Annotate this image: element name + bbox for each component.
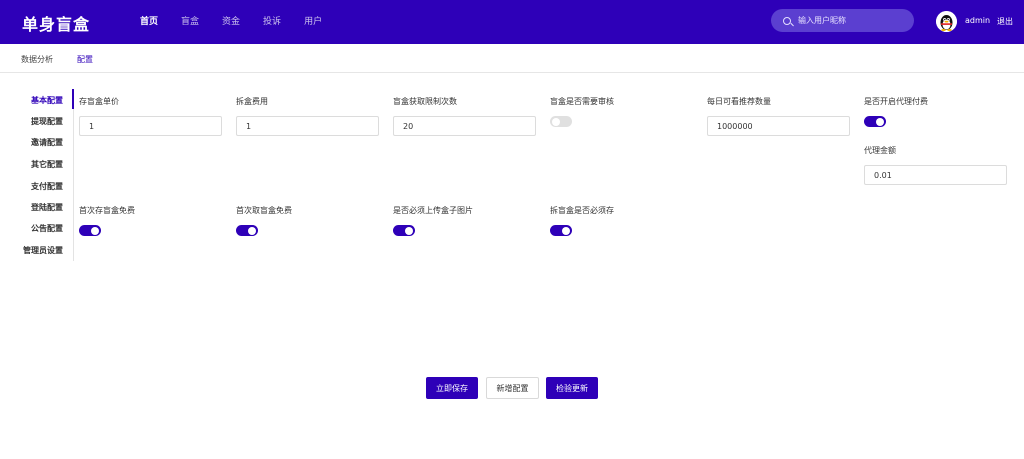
daily-recommend-input[interactable] xyxy=(707,116,850,136)
username: admin xyxy=(965,16,991,25)
avatar[interactable] xyxy=(936,11,957,32)
top-navbar: 单身盲盒 首页 盲盒 资金 投诉 用户 admin 退出 xyxy=(0,0,1024,44)
must-store-to-open-label: 拆盲盒是否必须存 xyxy=(550,206,614,215)
nav-item-complaints[interactable]: 投诉 xyxy=(263,0,281,44)
side-item-notice[interactable]: 公告配置 xyxy=(31,223,63,234)
open-fee-input[interactable] xyxy=(236,116,379,136)
tab-data-analysis[interactable]: 数据分析 xyxy=(21,54,53,65)
toggle-knob xyxy=(876,117,884,126)
search-icon xyxy=(783,16,791,25)
logout-link[interactable]: 退出 xyxy=(997,16,1013,27)
open-fee-label: 拆盒费用 xyxy=(236,97,268,106)
side-item-invite[interactable]: 邀请配置 xyxy=(31,137,63,148)
must-upload-photo-toggle[interactable] xyxy=(393,225,415,236)
first-take-free-label: 首次取盲盒免费 xyxy=(236,206,292,215)
sub-tabs: 数据分析 配置 xyxy=(0,44,1024,73)
need-review-toggle[interactable] xyxy=(550,116,572,127)
agent-pay-label: 是否开启代理付费 xyxy=(864,97,928,106)
nav-item-users[interactable]: 用户 xyxy=(304,0,322,44)
nav-item-home[interactable]: 首页 xyxy=(140,0,158,44)
first-store-free-toggle[interactable] xyxy=(79,225,101,236)
active-indicator xyxy=(72,89,74,109)
nav-item-blindbox[interactable]: 盲盒 xyxy=(181,0,199,44)
main-nav: 首页 盲盒 资金 投诉 用户 xyxy=(140,0,345,44)
toggle-knob xyxy=(248,226,256,235)
agent-amount-input[interactable] xyxy=(864,165,1007,185)
add-config-button[interactable]: 新增配置 xyxy=(486,377,539,399)
daily-recommend-label: 每日可看推荐数量 xyxy=(707,97,771,106)
side-item-withdraw[interactable]: 提现配置 xyxy=(31,116,63,127)
nav-item-funds[interactable]: 资金 xyxy=(222,0,240,44)
side-item-other[interactable]: 其它配置 xyxy=(31,159,63,170)
agent-pay-toggle[interactable] xyxy=(864,116,886,127)
first-store-free-label: 首次存盲盒免费 xyxy=(79,206,135,215)
user-search-box[interactable] xyxy=(771,9,914,32)
config-side-menu: 基本配置 提现配置 邀请配置 其它配置 支付配置 登陆配置 公告配置 管理员设置 xyxy=(20,89,74,261)
check-update-button[interactable]: 检验更新 xyxy=(546,377,598,399)
first-take-free-toggle[interactable] xyxy=(236,225,258,236)
toggle-knob xyxy=(91,226,99,235)
save-button[interactable]: 立即保存 xyxy=(426,377,478,399)
penguin-avatar-icon xyxy=(936,11,957,32)
side-item-admin[interactable]: 管理员设置 xyxy=(23,245,63,256)
agent-amount-label: 代理金额 xyxy=(864,146,896,155)
fetch-limit-label: 盲盒获取限制次数 xyxy=(393,97,457,106)
box-price-input[interactable] xyxy=(79,116,222,136)
side-item-payment[interactable]: 支付配置 xyxy=(31,181,63,192)
app-logo: 单身盲盒 xyxy=(22,15,91,34)
need-review-label: 盲盒是否需要审核 xyxy=(550,97,614,106)
search-input[interactable] xyxy=(798,16,908,25)
must-upload-photo-label: 是否必须上传盒子图片 xyxy=(393,206,473,215)
toggle-knob xyxy=(405,226,413,235)
fetch-limit-input[interactable] xyxy=(393,116,536,136)
toggle-knob xyxy=(552,117,560,126)
tab-config[interactable]: 配置 xyxy=(77,54,93,65)
must-store-to-open-toggle[interactable] xyxy=(550,225,572,236)
toggle-knob xyxy=(562,226,570,235)
box-price-label: 存盲盒单价 xyxy=(79,97,119,106)
side-item-basic[interactable]: 基本配置 xyxy=(31,95,63,106)
side-item-login[interactable]: 登陆配置 xyxy=(31,202,63,213)
